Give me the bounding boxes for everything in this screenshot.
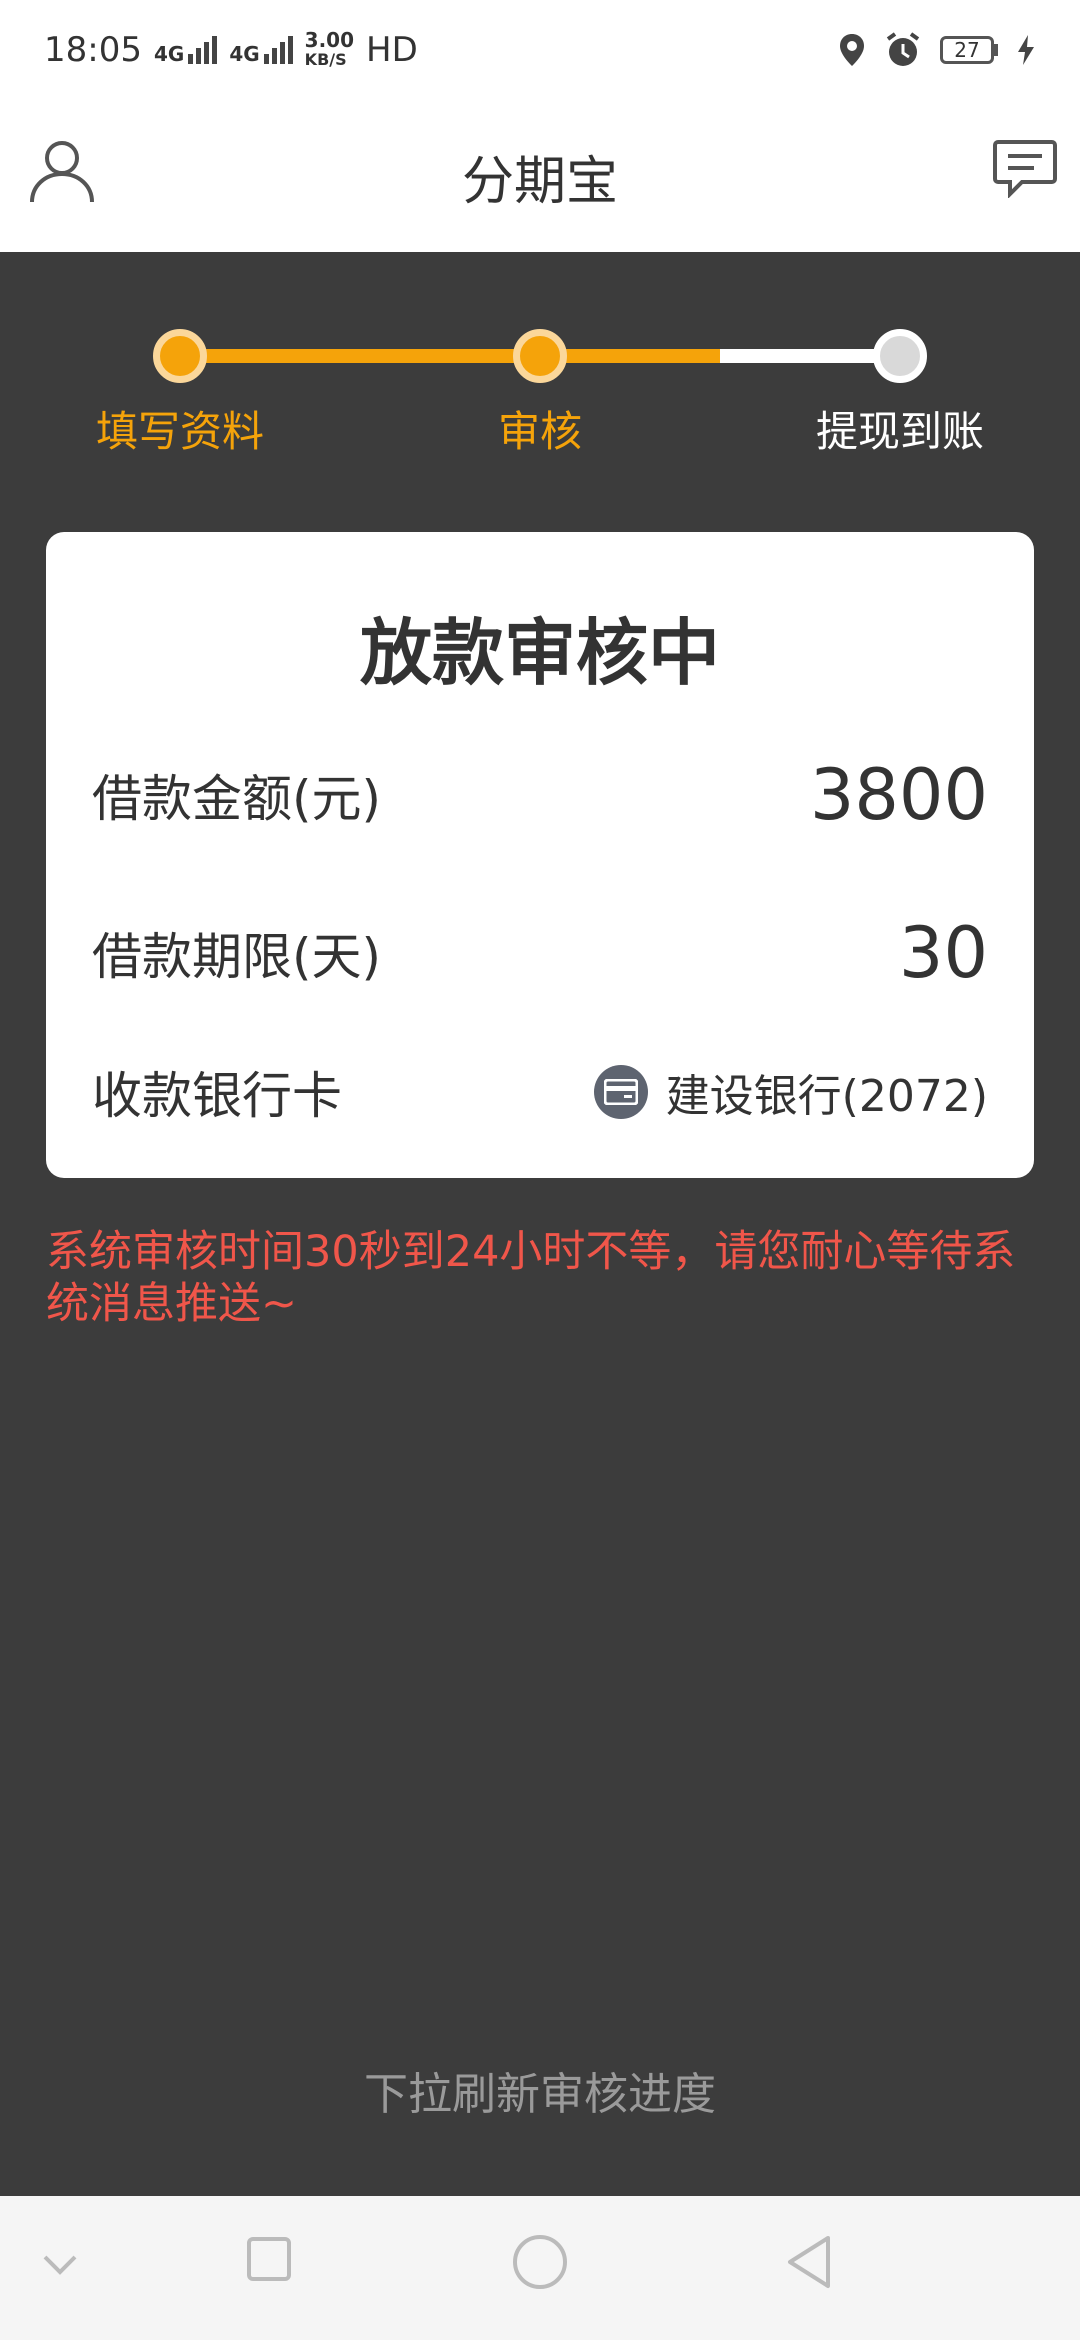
bank-card-row: 收款银行卡 建设银行(2072) [92,1056,988,1128]
hd-badge: HD [366,30,418,70]
network-type-1: 4G [153,42,185,66]
collapse-icon[interactable] [42,2254,78,2276]
app-header: 分期宝 [0,100,1080,252]
home-icon[interactable] [512,2234,568,2290]
bank-card-value: 建设银行(2072) [593,1060,988,1124]
progress-track-done [180,349,720,363]
loan-term-label: 借款期限(天) [92,928,382,986]
step-label-1: 填写资料 [95,407,264,456]
signal-2: 4G [229,36,293,66]
loan-term-value: 30 [898,912,988,994]
progress-steps: 填写资料 审核 提现到账 [0,252,1080,512]
step-dot-3 [873,329,927,383]
review-notice: 系统审核时间30秒到24小时不等，请您耐心等待系统消息推送~ [46,1227,1016,1329]
status-bar: 18:05 4G 4G 3.00 KB/S HD 27 [0,0,1080,100]
step-dot-2 [513,329,567,383]
signal-icon [263,36,293,64]
location-icon [840,34,864,66]
user-icon[interactable] [28,136,96,204]
status-time: 18:05 [44,30,142,70]
loan-amount-label: 借款金额(元) [92,770,382,828]
battery-icon: 27 [940,36,998,64]
network-type-2: 4G [229,42,260,66]
battery-level: 27 [940,36,994,64]
loan-status-card: 放款审核中 借款金额(元) 3800 借款期限(天) 30 收款银行卡 建设银行… [46,532,1034,1178]
status-left: 18:05 4G 4G 3.00 KB/S HD [44,30,418,70]
step-label-3: 提现到账 [815,407,984,456]
system-nav-bar [0,2196,1080,2340]
bank-card-label: 收款银行卡 [92,1067,342,1125]
alarm-icon [886,32,920,66]
net-speed: 3.00 KB/S [305,30,354,70]
step-label-2: 审核 [497,407,582,456]
back-icon[interactable] [784,2234,834,2290]
loan-term-row: 借款期限(天) 30 [92,912,988,994]
loan-amount-value: 3800 [809,754,988,836]
page-title: 分期宝 [461,151,618,212]
loan-amount-row: 借款金额(元) 3800 [92,754,988,836]
signal-1: 4G [153,36,218,66]
pull-refresh-hint: 下拉刷新审核进度 [364,2069,716,2120]
bank-card-text: 建设银行(2072) [665,1071,988,1122]
signal-icon [188,36,218,64]
charging-icon [1018,35,1034,65]
recents-icon[interactable] [246,2236,292,2282]
message-icon[interactable] [992,138,1058,198]
net-speed-unit: KB/S [304,50,347,69]
status-right: 27 [838,31,1036,69]
bank-card-icon [593,1065,648,1119]
net-speed-value: 3.00 [304,28,355,52]
card-title: 放款审核中 [359,611,720,695]
step-dot-1 [153,329,207,383]
